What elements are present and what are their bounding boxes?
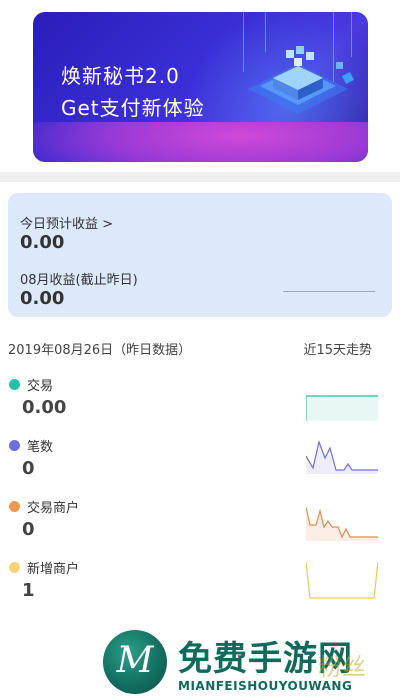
banner-wave [33, 122, 368, 162]
metric-value: 0.00 [22, 397, 67, 418]
metric-label: 笔数 [27, 440, 54, 455]
metric-value: 1 [22, 580, 35, 601]
teal-dot-icon [9, 379, 20, 390]
yellow-dot-icon [9, 562, 20, 573]
transacting-merchants-trend-sparkline [306, 506, 378, 541]
month-earnings-label: 08月收益(截止昨日) [20, 273, 138, 288]
order-count-trend-sparkline [306, 439, 378, 474]
isometric-server-illustration [248, 46, 354, 114]
metric-new-merchants[interactable]: 新增商户 1 [0, 558, 400, 618]
metric-transacting-merchants[interactable]: 交易商户 0 [0, 497, 400, 557]
metric-transactions[interactable]: 交易 0.00 [0, 375, 400, 435]
watermark-overlay-text: 粉丝 [318, 653, 366, 681]
section-divider [0, 172, 400, 182]
site-watermark: M 免费手游网 MIANFEISHOUYOUWANG 粉丝 [0, 625, 400, 700]
metric-value: 0 [22, 458, 35, 479]
month-earnings-sparkline [283, 291, 375, 292]
metric-order-count[interactable]: 笔数 0 [0, 436, 400, 496]
today-earnings-link[interactable]: 今日预计收益 > [20, 213, 113, 232]
metric-label: 交易 [27, 379, 54, 394]
transactions-trend-sparkline [306, 395, 378, 421]
report-date: 2019年08月26日（昨日数据） [8, 343, 192, 358]
metric-value: 0 [22, 519, 35, 540]
new-merchants-trend-sparkline [306, 561, 378, 599]
trend-15-days-label: 近15天走势 [303, 343, 372, 358]
today-earnings-value: 0.00 [20, 232, 65, 253]
metric-label: 新增商户 [27, 562, 80, 577]
banner-title: 焕新秘书2.0 [61, 64, 180, 88]
purple-dot-icon [9, 440, 20, 451]
orange-dot-icon [9, 501, 20, 512]
promo-banner[interactable]: 焕新秘书2.0 Get支付新体验 [33, 12, 368, 162]
metric-label: 交易商户 [27, 501, 80, 516]
banner-subtitle: Get支付新体验 [61, 96, 205, 120]
earnings-card: 今日预计收益 > 0.00 08月收益(截止昨日) 0.00 [8, 193, 392, 317]
month-earnings-value: 0.00 [20, 288, 65, 309]
watermark-logo-icon: M [103, 630, 167, 694]
